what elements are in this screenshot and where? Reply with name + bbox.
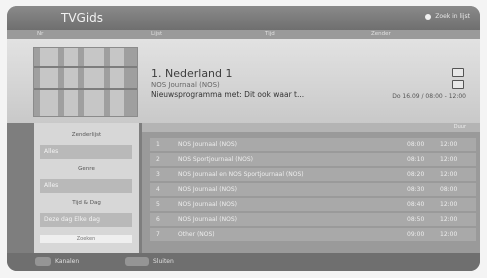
tv-frame: TVGids Zoek in lijst Nr Lijst Tijd Zende… bbox=[0, 0, 487, 278]
item-number: 4 bbox=[156, 186, 160, 193]
list-item[interactable]: 2 NOS Sportjournaal (NOS) 08:10 12:00 bbox=[150, 153, 476, 166]
filter-sidebar: Zenderlijst Alles Genre Alles Tijd & Dag… bbox=[34, 123, 139, 253]
list-item[interactable]: 7 Other (NOS) 09:00 12:00 bbox=[150, 228, 476, 241]
list-item[interactable]: 1 NOS Journaal (NOS) 08:00 12:00 bbox=[150, 138, 476, 151]
filter-list-heading: Zenderlijst bbox=[71, 132, 102, 138]
program-list: Duur 1 NOS Journaal (NOS) 08:00 12:00 2 … bbox=[142, 123, 480, 253]
column-header-list: Lijst bbox=[151, 31, 163, 37]
search-list-option[interactable]: Zoek in lijst bbox=[425, 13, 470, 20]
item-duration: 12:00 bbox=[440, 201, 458, 208]
item-duration: 12:00 bbox=[440, 141, 458, 148]
filter-genre-heading: Genre bbox=[78, 166, 95, 172]
item-name: NOS Journaal (NOS) bbox=[178, 201, 237, 208]
program-description: Nieuwsprogramma met: Dit ook waar t... bbox=[151, 90, 305, 99]
item-time: 08:50 bbox=[407, 216, 425, 223]
search-button[interactable]: Zoeken bbox=[40, 235, 132, 243]
list-item[interactable]: 3 NOS Journaal en NOS Sportjournaal (NOS… bbox=[150, 168, 476, 181]
column-headers: Nr Lijst Tijd Zender bbox=[7, 30, 480, 39]
item-duration: 12:00 bbox=[440, 171, 458, 178]
filter-time-heading: Tijd & Dag bbox=[72, 200, 101, 206]
item-duration: 08:00 bbox=[440, 186, 458, 193]
list-header-duration: Duur bbox=[453, 124, 466, 130]
program-thumbnail bbox=[33, 47, 138, 117]
remote-key-icon bbox=[125, 257, 149, 266]
remote-key-icon bbox=[35, 257, 51, 266]
header-bar: TVGids Zoek in lijst bbox=[7, 6, 480, 30]
search-list-label: Zoek in lijst bbox=[435, 13, 470, 20]
item-time: 08:40 bbox=[407, 201, 425, 208]
footer-bar: Kanalen Sluiten bbox=[7, 253, 480, 271]
list-item[interactable]: 6 NOS Journaal (NOS) 08:50 12:00 bbox=[150, 213, 476, 226]
item-number: 5 bbox=[156, 201, 160, 208]
item-name: Other (NOS) bbox=[178, 231, 215, 238]
item-number: 7 bbox=[156, 231, 160, 238]
item-time: 08:10 bbox=[407, 156, 425, 163]
lock-icon bbox=[452, 80, 464, 89]
guide-screen: TVGids Zoek in lijst Nr Lijst Tijd Zende… bbox=[7, 6, 480, 271]
item-duration: 12:00 bbox=[440, 231, 458, 238]
item-time: 09:00 bbox=[407, 231, 425, 238]
list-item[interactable]: 4 NOS Journaal (NOS) 08:30 08:00 bbox=[150, 183, 476, 196]
channel-title: 1. Nederland 1 bbox=[151, 67, 233, 80]
item-duration: 12:00 bbox=[440, 156, 458, 163]
page-title: TVGids bbox=[61, 11, 104, 25]
filter-list-value[interactable]: Alles bbox=[40, 145, 132, 159]
column-header-time: Tijd bbox=[265, 31, 275, 37]
item-name: NOS Journaal (NOS) bbox=[178, 216, 237, 223]
item-name: NOS Journaal (NOS) bbox=[178, 141, 237, 148]
item-number: 6 bbox=[156, 216, 160, 223]
status-dot-icon bbox=[425, 13, 432, 20]
item-number: 2 bbox=[156, 156, 160, 163]
list-item[interactable]: 5 NOS Journaal (NOS) 08:40 12:00 bbox=[150, 198, 476, 211]
item-name: NOS Journaal en NOS Sportjournaal (NOS) bbox=[178, 171, 304, 178]
footer-channels-label[interactable]: Kanalen bbox=[55, 258, 79, 265]
record-icon bbox=[452, 68, 464, 77]
item-duration: 12:00 bbox=[440, 216, 458, 223]
item-number: 1 bbox=[156, 141, 160, 148]
program-time: Do 16.09 / 08:00 - 12:00 bbox=[392, 93, 466, 100]
filter-genre-value[interactable]: Alles bbox=[40, 179, 132, 193]
item-name: NOS Journaal (NOS) bbox=[178, 186, 237, 193]
program-info-panel: 1. Nederland 1 NOS Journaal (NOS) Nieuws… bbox=[7, 39, 480, 123]
item-time: 08:20 bbox=[407, 171, 425, 178]
item-name: NOS Sportjournaal (NOS) bbox=[178, 156, 253, 163]
column-header-nr: Nr bbox=[37, 31, 44, 37]
filter-time-value[interactable]: Deze dag Elke dag bbox=[40, 213, 132, 227]
list-header-row: Duur bbox=[142, 123, 480, 132]
item-time: 08:30 bbox=[407, 186, 425, 193]
item-time: 08:00 bbox=[407, 141, 425, 148]
footer-close-label[interactable]: Sluiten bbox=[153, 258, 174, 265]
program-subtitle: NOS Journaal (NOS) bbox=[151, 81, 220, 89]
item-number: 3 bbox=[156, 171, 160, 178]
column-header-channel: Zender bbox=[371, 31, 391, 37]
